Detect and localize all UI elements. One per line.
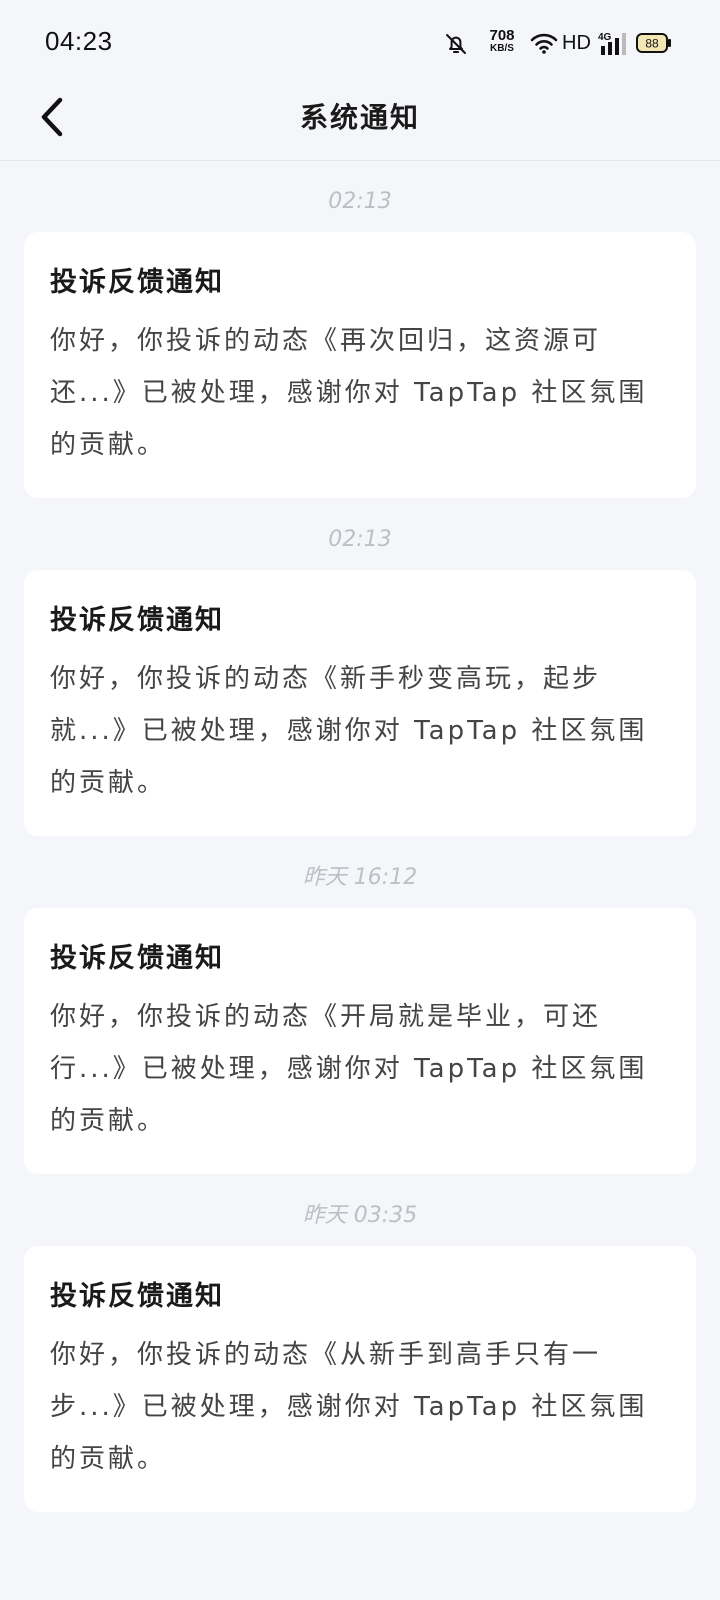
hd-indicator: HD xyxy=(562,32,591,54)
wifi-icon xyxy=(530,33,558,54)
notification-title: 投诉反馈通知 xyxy=(50,1281,224,1312)
notification-card[interactable]: 投诉反馈通知 你好，你投诉的动态《再次回归，这资源可还...》已被处理，感谢你对… xyxy=(24,232,696,498)
battery-level: 88 xyxy=(645,37,659,51)
notification-time: 昨天 03:35 xyxy=(302,1203,418,1228)
bell-muted-icon xyxy=(446,34,466,54)
notification-body: 你好，你投诉的动态《再次回归，这资源可还...》已被处理，感谢你对 TapTap… xyxy=(50,326,648,460)
notification-time: 02:13 xyxy=(328,527,392,552)
notification-body: 你好，你投诉的动态《新手秒变高玩，起步就...》已被处理，感谢你对 TapTap… xyxy=(50,664,648,798)
notification-list[interactable]: 02:13 投诉反馈通知 你好，你投诉的动态《再次回归，这资源可还...》已被处… xyxy=(0,160,720,1512)
notification-card[interactable]: 投诉反馈通知 你好，你投诉的动态《新手秒变高玩，起步就...》已被处理，感谢你对… xyxy=(24,570,696,836)
battery-icon: 88 xyxy=(636,33,671,53)
screen: 04:23 708 KB/S HD 4G 88 系统通知 02:13 投诉反馈通… xyxy=(0,0,720,1600)
notification-card[interactable]: 投诉反馈通知 你好，你投诉的动态《开局就是毕业，可还行...》已被处理，感谢你对… xyxy=(24,908,696,1174)
status-bar: 04:23 708 KB/S HD 4G 88 xyxy=(0,0,720,82)
notification-body: 你好，你投诉的动态《从新手到高手只有一步...》已被处理，感谢你对 TapTap… xyxy=(50,1340,648,1474)
notification-time: 昨天 16:12 xyxy=(302,865,418,890)
network-speed-unit: KB/S xyxy=(490,43,514,54)
notification-body: 你好，你投诉的动态《开局就是毕业，可还行...》已被处理，感谢你对 TapTap… xyxy=(50,1002,648,1136)
page-title: 系统通知 xyxy=(299,101,420,134)
notification-card[interactable]: 投诉反馈通知 你好，你投诉的动态《从新手到高手只有一步...》已被处理，感谢你对… xyxy=(24,1246,696,1512)
notification-title: 投诉反馈通知 xyxy=(50,267,224,298)
cellular-signal-icon: 4G xyxy=(598,32,626,55)
notification-title: 投诉反馈通知 xyxy=(50,943,224,974)
status-time: 04:23 xyxy=(45,26,113,56)
network-speed: 708 KB/S xyxy=(482,28,522,54)
top-app-bar: 系统通知 xyxy=(0,82,720,161)
notification-title: 投诉反馈通知 xyxy=(50,605,224,636)
network-type-label: 4G xyxy=(598,32,612,43)
notification-time: 02:13 xyxy=(328,189,392,214)
network-speed-value: 708 xyxy=(489,27,515,44)
